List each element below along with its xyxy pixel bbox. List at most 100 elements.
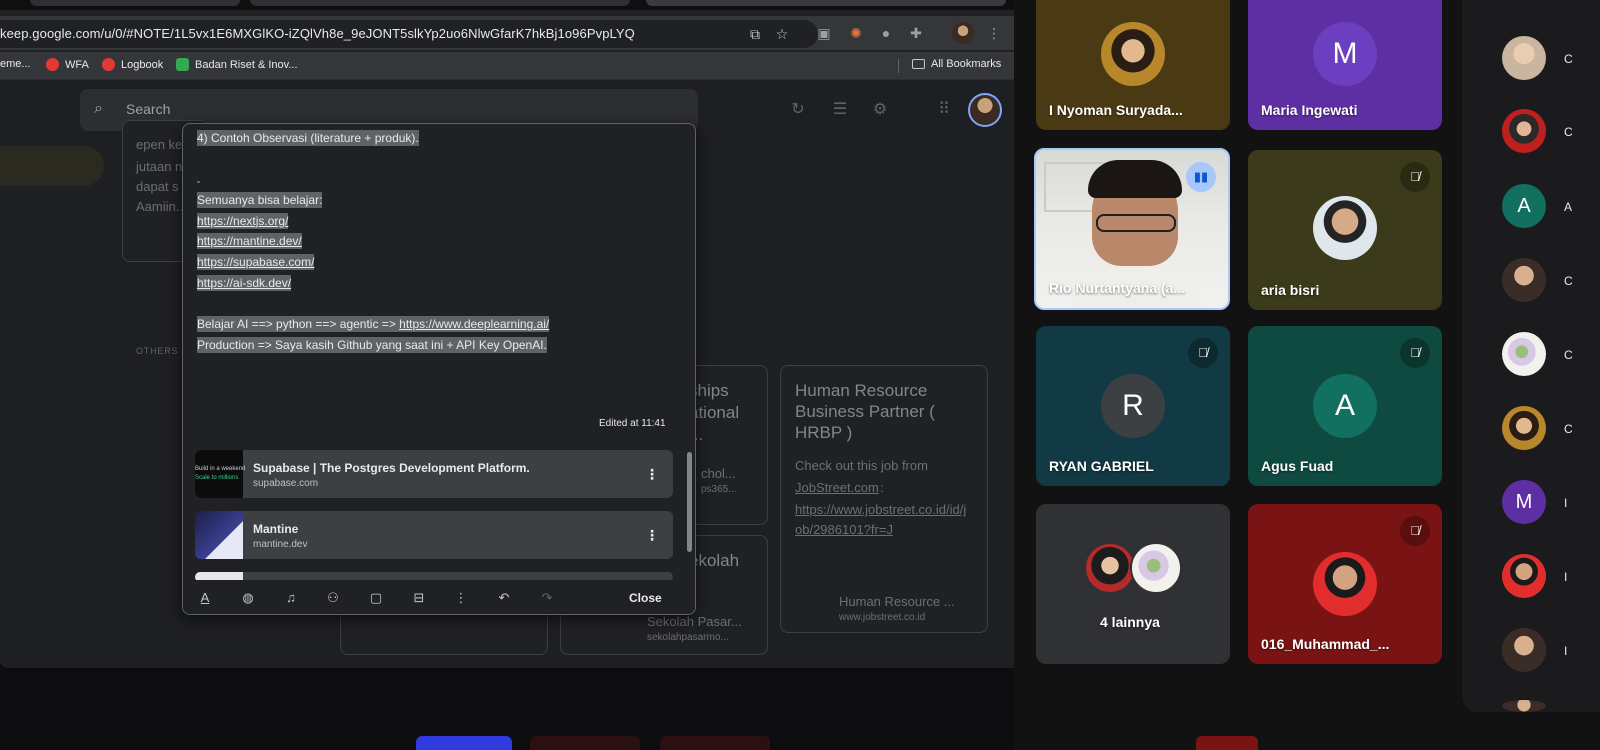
redo-icon[interactable]: ↷ bbox=[537, 588, 557, 608]
participant-name: 016_Muhammad_... bbox=[1261, 636, 1390, 652]
settings-icon[interactable]: ⚙ bbox=[868, 98, 892, 122]
participant-tile[interactable]: R 🎙̸ RYAN GABRIEL bbox=[1036, 326, 1230, 486]
bookmark-item[interactable]: Badan Riset & Inov... bbox=[176, 58, 298, 71]
note-line: Semuanya bisa belajar: bbox=[197, 192, 323, 209]
participant-tile-others[interactable]: 4 lainnya bbox=[1036, 504, 1230, 664]
search-input[interactable]: Search bbox=[126, 101, 170, 117]
participant-avatar[interactable] bbox=[1502, 554, 1546, 598]
all-bookmarks-label: All Bookmarks bbox=[931, 58, 1002, 70]
participant-tile[interactable]: M Maria Ingewati bbox=[1248, 0, 1442, 130]
profile-avatar[interactable] bbox=[952, 22, 974, 44]
note-link[interactable]: https://www.deeplearning.ai/ bbox=[399, 316, 550, 333]
participant-avatar: R bbox=[1101, 374, 1165, 438]
bookmark-favicon-icon bbox=[102, 58, 115, 71]
reminder-icon[interactable]: ♫ bbox=[281, 588, 301, 608]
more-icon[interactable]: ⋮ bbox=[451, 588, 471, 608]
note-link[interactable]: https://nextjs.org/ bbox=[197, 211, 677, 232]
speaking-indicator-icon: ▮▮ bbox=[1186, 162, 1216, 192]
participant-avatar[interactable] bbox=[1502, 258, 1546, 302]
participant-avatar[interactable]: A bbox=[1502, 184, 1546, 228]
apps-grid-icon[interactable]: ⠿ bbox=[932, 98, 956, 122]
more-vert-icon[interactable]: ⋮ bbox=[645, 464, 659, 484]
participant-name: Agus Fuad bbox=[1261, 458, 1334, 474]
participant-tile[interactable]: I Nyoman Suryada... bbox=[1036, 0, 1230, 130]
extension-icon[interactable]: ✺ bbox=[846, 23, 866, 43]
more-vert-icon[interactable]: ⋮ bbox=[645, 525, 659, 545]
scrollbar[interactable] bbox=[687, 452, 692, 552]
extensions-puzzle-icon[interactable]: ✚ bbox=[906, 23, 926, 43]
note-body[interactable]: 4) Contoh Observasi (literature + produk… bbox=[197, 128, 677, 356]
address-bar[interactable]: keep.google.com/u/0/#NOTE/1L5vx1E6MXGlKO… bbox=[0, 20, 818, 48]
participant-avatar[interactable] bbox=[1502, 406, 1546, 450]
note-link[interactable]: JobStreet.com bbox=[795, 480, 879, 495]
archive-icon[interactable]: ⊟ bbox=[409, 588, 429, 608]
note-text: Check out this job from bbox=[795, 458, 928, 473]
link-thumbnail bbox=[195, 511, 243, 559]
dock-item[interactable] bbox=[416, 736, 512, 750]
dock-item[interactable] bbox=[530, 736, 640, 750]
link-title: Sekolah Pasar... bbox=[647, 614, 742, 629]
tab[interactable] bbox=[250, 0, 630, 6]
note-link[interactable]: https://www.jobstreet.co.id/id/job/29861… bbox=[795, 500, 973, 540]
collaborator-icon[interactable]: ⚇ bbox=[323, 588, 343, 608]
bookmark-item[interactable]: eme... bbox=[0, 58, 31, 70]
participant-name-clipped: A bbox=[1564, 200, 1573, 214]
screen: keep.google.com/u/0/#NOTE/1L5vx1E6MXGlKO… bbox=[0, 0, 1600, 750]
note-editor-dialog[interactable]: 4) Contoh Observasi (literature + produk… bbox=[182, 123, 696, 615]
participant-name: aria bisri bbox=[1261, 282, 1320, 298]
bookmark-label: WFA bbox=[65, 58, 89, 71]
participant-tile[interactable]: 🎙̸ 016_Muhammad_... bbox=[1248, 504, 1442, 664]
participant-name-clipped: C bbox=[1564, 125, 1573, 139]
participant-avatar bbox=[1313, 552, 1377, 616]
participant-avatar: A bbox=[1313, 374, 1377, 438]
link-thumbnail: Build in a weekend Scale to millions bbox=[195, 450, 245, 498]
note-link[interactable]: https://mantine.dev/ bbox=[197, 231, 677, 252]
cast-icon[interactable]: ▣ bbox=[814, 23, 834, 43]
tab[interactable] bbox=[30, 0, 240, 6]
url-text[interactable]: keep.google.com/u/0/#NOTE/1L5vx1E6MXGlKO… bbox=[0, 26, 635, 41]
refresh-icon[interactable]: ↻ bbox=[786, 98, 810, 122]
participant-name: Maria Ingewati bbox=[1261, 102, 1358, 118]
undo-icon[interactable]: ↶ bbox=[494, 588, 514, 608]
sidebar-item-notes[interactable] bbox=[0, 146, 104, 186]
participant-avatar[interactable] bbox=[1502, 700, 1546, 712]
bookmark-star-icon[interactable]: ☆ bbox=[773, 25, 791, 43]
participant-tile-speaking[interactable]: ▮▮ Rio Nurtantyana (a... bbox=[1034, 148, 1230, 310]
participant-name-clipped: I bbox=[1564, 644, 1568, 658]
link-preview-card[interactable]: Mantine mantine.dev ⋮ bbox=[195, 511, 673, 559]
link-preview-card[interactable]: Build in a weekend Scale to millions Sup… bbox=[195, 450, 673, 498]
dock-item[interactable] bbox=[1196, 736, 1258, 750]
participant-tile[interactable]: 🎙̸ aria bisri bbox=[1248, 150, 1442, 310]
account-avatar[interactable] bbox=[968, 93, 1002, 127]
palette-icon[interactable]: ◍ bbox=[238, 588, 258, 608]
image-icon[interactable]: ▢ bbox=[366, 588, 386, 608]
participant-avatar[interactable] bbox=[1502, 628, 1546, 672]
close-button[interactable]: Close bbox=[619, 588, 672, 608]
all-bookmarks[interactable]: All Bookmarks bbox=[912, 58, 1001, 70]
note-text: epen ke bbox=[136, 137, 183, 152]
dock-item[interactable] bbox=[660, 736, 770, 750]
browser-menu-icon[interactable]: ⋮ bbox=[984, 23, 1004, 43]
bookmark-label: Logbook bbox=[121, 58, 164, 71]
note-link[interactable]: https://ai-sdk.dev/ bbox=[197, 273, 677, 294]
install-app-icon[interactable]: ⧉ bbox=[746, 25, 764, 43]
tab-active[interactable] bbox=[646, 0, 1006, 6]
note-link[interactable]: https://supabase.com/ bbox=[197, 252, 677, 273]
participant-tile[interactable]: A 🎙̸ Agus Fuad bbox=[1248, 326, 1442, 486]
link-domain: mantine.dev bbox=[253, 539, 308, 550]
list-view-icon[interactable]: ☰ bbox=[828, 98, 852, 122]
bookmark-item[interactable]: Logbook bbox=[102, 58, 163, 71]
participant-avatar[interactable] bbox=[1502, 36, 1546, 80]
link-title: chol... bbox=[701, 466, 736, 481]
note-card-hrbp[interactable]: Human Resource Business Partner ( HRBP )… bbox=[780, 365, 988, 633]
microphone-icon[interactable]: ● bbox=[876, 23, 896, 43]
search-icon[interactable]: ⌕ bbox=[94, 99, 114, 119]
participant-avatar[interactable]: M bbox=[1502, 480, 1546, 524]
bookmark-item[interactable]: WFA bbox=[46, 58, 89, 71]
note-line bbox=[197, 294, 677, 315]
note-title: ational bbox=[689, 403, 740, 422]
participant-avatar[interactable] bbox=[1502, 332, 1546, 376]
text-format-icon[interactable]: A bbox=[195, 588, 215, 608]
participant-avatar bbox=[1084, 542, 1136, 594]
participant-avatar[interactable] bbox=[1502, 109, 1546, 153]
